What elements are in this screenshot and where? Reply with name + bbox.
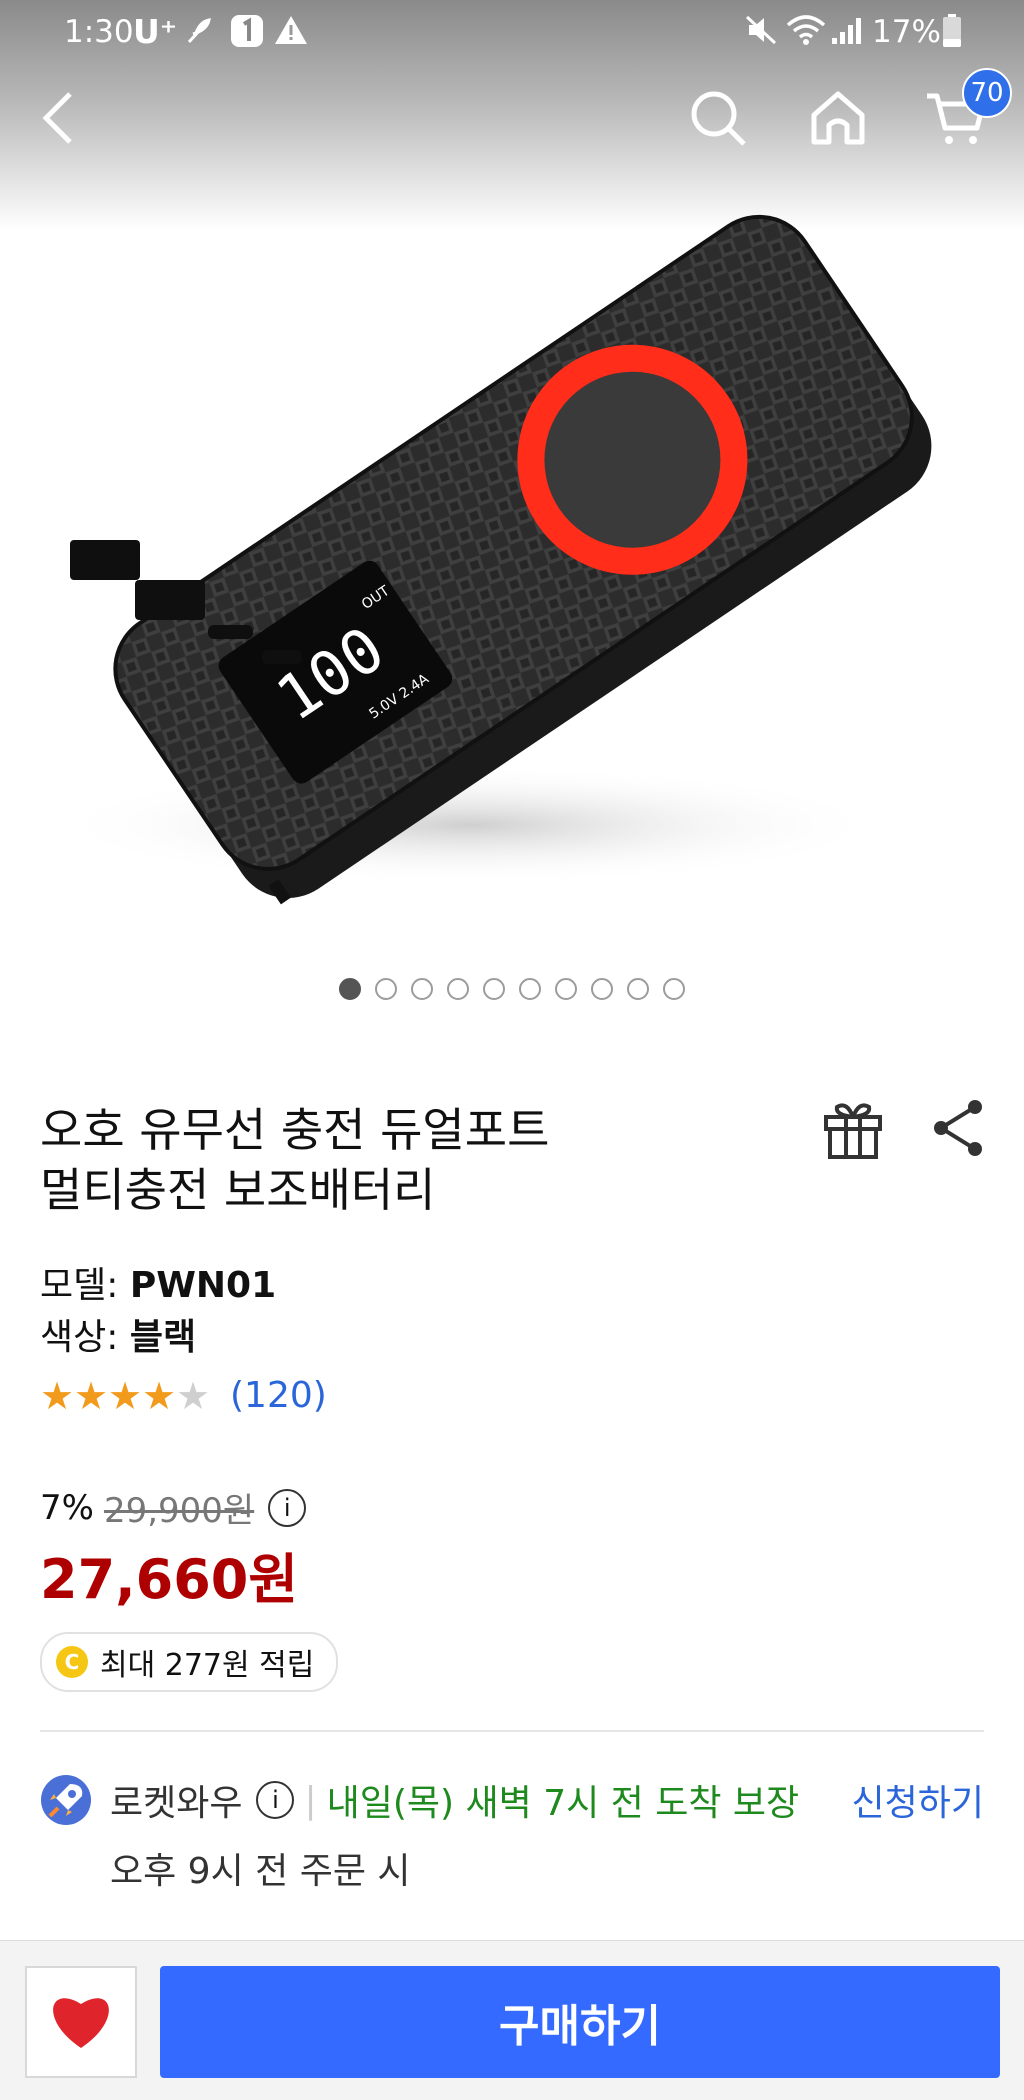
product-hero: 100 OUT 5.0V 2.4A 1:30 U⁺ 17% 70 <box>0 0 1024 1040</box>
chevron-left-icon <box>38 88 78 152</box>
original-price: 29,900원 <box>103 1491 255 1531</box>
notification-one-icon <box>230 14 264 56</box>
pagination-dot[interactable] <box>411 978 433 1000</box>
price-info-icon[interactable]: i <box>268 1488 307 1527</box>
warning-icon <box>274 14 308 54</box>
bottom-action-bar: 구매하기 <box>0 1940 1024 2100</box>
price-row: 7% 29,900원 i <box>40 1483 307 1532</box>
rating[interactable]: ★ ★ ★ ★ ★ (120) <box>40 1375 327 1416</box>
cashback-badge: C 최대 277원 적립 <box>40 1632 339 1692</box>
coin-icon: C <box>56 1646 88 1678</box>
wifi-icon <box>786 14 826 54</box>
color-value: 블랙 <box>129 1317 197 1358</box>
carrier-label: U⁺ <box>133 12 178 51</box>
star-icon: ★ <box>176 1373 211 1418</box>
review-count[interactable]: (120) <box>230 1375 327 1416</box>
heart-icon <box>47 1990 115 2054</box>
share-icon <box>925 1100 991 1165</box>
search-icon <box>688 88 748 152</box>
back-button[interactable] <box>22 80 94 160</box>
pagination-dot[interactable] <box>483 978 505 1000</box>
cart-count-badge: 70 <box>962 68 1012 118</box>
color-label: 색상: <box>40 1317 119 1358</box>
product-title-line2: 멀티충전 보조배터리 <box>40 1163 436 1217</box>
pagination-dot[interactable] <box>339 978 361 1000</box>
separator: | <box>304 1779 317 1821</box>
top-navigation <box>0 80 1024 160</box>
star-icon: ★ <box>40 1373 75 1418</box>
pagination-dot[interactable] <box>519 978 541 1000</box>
sale-price: 27,660원 <box>40 1548 299 1611</box>
battery-percent: 17% <box>872 14 941 50</box>
rocket-delivery-row: 로켓와우 i | 내일(목) 새벽 7시 전 도착 보장 신청하기 <box>40 1772 984 1828</box>
model-label: 모델: <box>40 1265 119 1306</box>
buy-button[interactable]: 구매하기 <box>160 1966 1000 2078</box>
order-deadline-note: 오후 9시 전 주문 시 <box>110 1851 411 1892</box>
gift-icon <box>820 1103 886 1165</box>
discount-rate: 7% <box>40 1487 94 1528</box>
pagination-dot[interactable] <box>627 978 649 1000</box>
star-icon: ★ <box>108 1373 143 1418</box>
product-title-line1: 오호 유무선 충전 듀얼포트 <box>40 1103 550 1157</box>
cashback-text: 최대 277원 적립 <box>100 1648 315 1683</box>
star-icon: ★ <box>142 1373 177 1418</box>
gift-button[interactable] <box>820 1095 886 1161</box>
share-button[interactable] <box>925 1095 991 1161</box>
pagination-dot[interactable] <box>447 978 469 1000</box>
delivery-promise: 내일(목) 새벽 7시 전 도착 보장 <box>326 1783 800 1824</box>
status-time: 1:30 <box>64 14 134 50</box>
rocket-icon <box>40 1774 92 1826</box>
color-spec: 색상: 블랙 <box>40 1308 196 1360</box>
divider <box>40 1730 984 1732</box>
battery-icon <box>942 14 962 56</box>
product-image[interactable]: 100 OUT 5.0V 2.4A <box>50 185 980 905</box>
wishlist-button[interactable] <box>25 1966 137 2078</box>
feather-icon <box>183 14 215 54</box>
pagination-dot[interactable] <box>591 978 613 1000</box>
search-button[interactable] <box>682 80 754 160</box>
model-spec: 모델: PWN01 <box>40 1256 276 1308</box>
product-title: 오호 유무선 충전 듀얼포트 멀티충전 보조배터리 <box>40 1100 600 1220</box>
image-pagination <box>0 978 1024 1004</box>
rocket-info-icon[interactable]: i <box>256 1781 295 1819</box>
home-button[interactable] <box>802 80 874 160</box>
pagination-dot[interactable] <box>555 978 577 1000</box>
pagination-dot[interactable] <box>375 978 397 1000</box>
mute-icon <box>744 14 778 54</box>
pagination-dot[interactable] <box>663 978 685 1000</box>
status-bar: 1:30 U⁺ 17% <box>0 0 1024 64</box>
star-icon: ★ <box>74 1373 109 1418</box>
home-icon <box>809 89 867 151</box>
signal-icon <box>830 14 866 54</box>
model-value: PWN01 <box>129 1265 277 1306</box>
rating-stars: ★ ★ ★ ★ ★ <box>40 1377 210 1415</box>
rocket-wow-label: 로켓와우 <box>110 1783 243 1824</box>
apply-link[interactable]: 신청하기 <box>852 1774 984 1826</box>
